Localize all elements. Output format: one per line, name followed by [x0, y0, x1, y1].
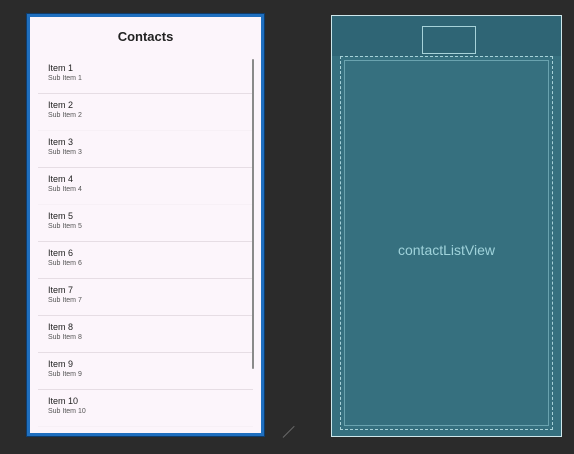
contact-list[interactable]: Item 1 Sub Item 1 Item 2 Sub Item 2 Item…: [38, 57, 253, 433]
blueprint-preview[interactable]: contactListView: [331, 15, 562, 437]
list-item-title: Item 1: [48, 63, 74, 73]
list-item[interactable]: Item 6 Sub Item 6: [38, 242, 253, 279]
list-item-title: Item 3: [48, 137, 74, 147]
list-scrollbar[interactable]: [252, 59, 254, 369]
list-item[interactable]: Item 3 Sub Item 3: [38, 131, 253, 168]
design-preview[interactable]: Contacts Item 1 Sub Item 1 Item 2 Sub It…: [27, 14, 264, 436]
list-item[interactable]: Item 5 Sub Item 5: [38, 205, 253, 242]
list-item[interactable]: Item 2 Sub Item 2: [38, 94, 253, 131]
resize-handle-line: [282, 425, 295, 438]
list-item-title: Item 7: [48, 285, 74, 295]
list-item[interactable]: Item 7 Sub Item 7: [38, 279, 253, 316]
list-item-title: Item 8: [48, 322, 74, 332]
list-item-subtitle: Sub Item 3: [48, 149, 82, 156]
list-item-subtitle: Sub Item 4: [48, 186, 82, 193]
list-item-title: Item 4: [48, 174, 74, 184]
layout-editor-canvas: Contacts Item 1 Sub Item 1 Item 2 Sub It…: [0, 0, 574, 454]
list-item-subtitle: Sub Item 10: [48, 408, 86, 415]
list-item[interactable]: Item 8 Sub Item 8: [38, 316, 253, 353]
list-item-subtitle: Sub Item 7: [48, 297, 82, 304]
blueprint-title-view[interactable]: [422, 26, 476, 54]
list-item-subtitle: Sub Item 8: [48, 334, 82, 341]
list-item-title: Item 2: [48, 100, 74, 110]
list-item-title: Item 5: [48, 211, 74, 221]
list-item[interactable]: Item 4 Sub Item 4: [38, 168, 253, 205]
list-item-title: Item 10: [48, 396, 79, 406]
blueprint-list-view[interactable]: contactListView: [340, 56, 553, 430]
list-view-id-label: contactListView: [397, 242, 495, 258]
list-item-title: Item 6: [48, 248, 74, 258]
list-item[interactable]: Item 10 Sub Item 10: [38, 390, 253, 427]
list-item-subtitle: Sub Item 2: [48, 112, 82, 119]
list-item-title: Item 9: [48, 359, 74, 369]
list-item[interactable]: Item 1 Sub Item 1: [38, 57, 253, 94]
contacts-title: Contacts: [117, 29, 174, 44]
list-item-subtitle: Sub Item 9: [48, 371, 82, 378]
list-item-subtitle: Sub Item 1: [48, 75, 82, 82]
list-item[interactable]: Item 9 Sub Item 9: [38, 353, 253, 390]
list-item-subtitle: Sub Item 5: [48, 223, 82, 230]
list-item-subtitle: Sub Item 6: [48, 260, 82, 267]
